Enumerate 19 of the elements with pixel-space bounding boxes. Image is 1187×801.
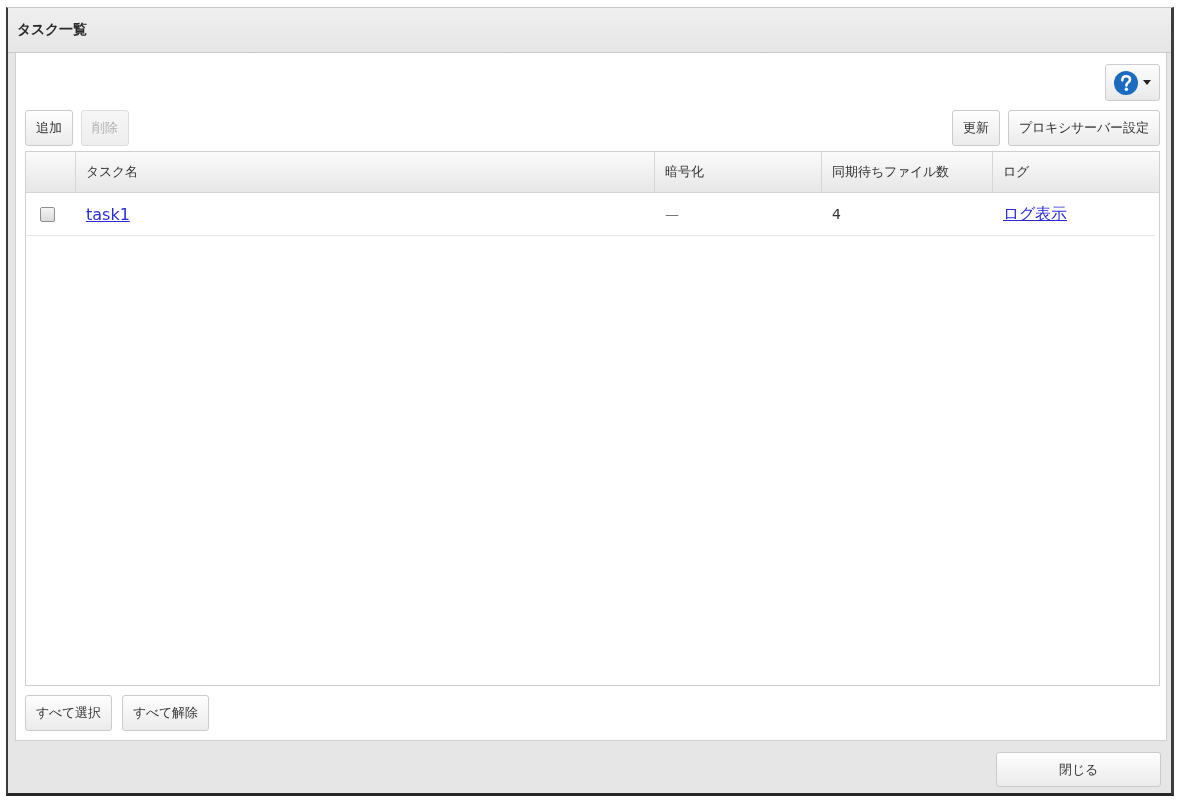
- help-menu-button[interactable]: [1105, 64, 1160, 101]
- help-icon: [1114, 70, 1138, 95]
- toolbar-button[interactable]: 追加: [25, 110, 73, 146]
- close-button[interactable]: 閉じる: [996, 752, 1161, 787]
- row-checkbox[interactable]: [40, 206, 55, 222]
- caret-icon: [1143, 80, 1151, 85]
- toolbar-button[interactable]: 更新: [952, 110, 1000, 146]
- column-header[interactable]: タスク名: [76, 152, 655, 192]
- selection-button[interactable]: すべて解除: [122, 695, 209, 731]
- toolbar-button[interactable]: プロキシサーバー設定: [1008, 110, 1160, 146]
- log-link[interactable]: ログ表示: [1003, 203, 1067, 225]
- pending-files-cell: 4: [832, 206, 841, 222]
- task-name-link[interactable]: task1: [86, 204, 130, 224]
- column-header[interactable]: ログ: [993, 152, 1159, 192]
- column-header[interactable]: 同期待ちファイル数: [822, 152, 993, 192]
- encryption-cell: —: [665, 206, 679, 222]
- column-header[interactable]: 暗号化: [655, 152, 822, 192]
- selection-button[interactable]: すべて選択: [25, 695, 112, 731]
- window-title: タスク一覧: [17, 21, 87, 39]
